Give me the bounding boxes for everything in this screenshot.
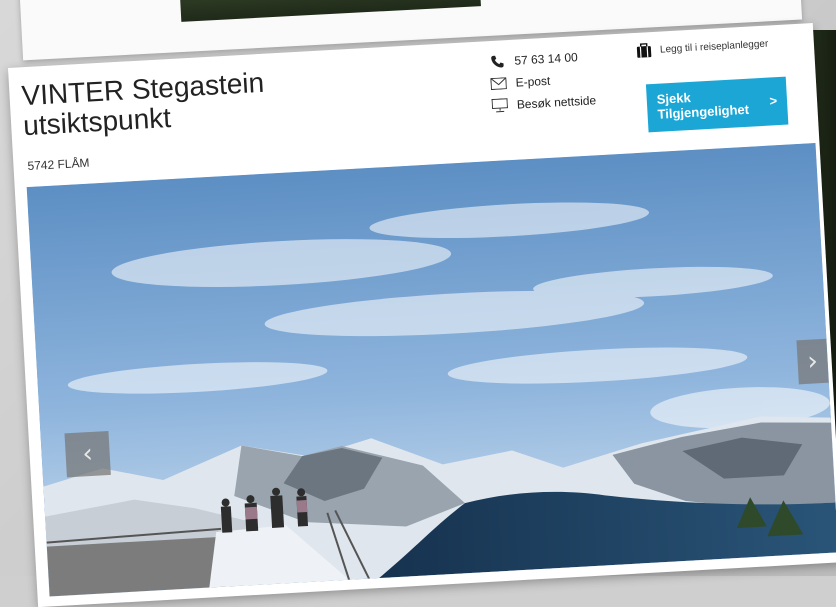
trip-planner-button[interactable]: Legg til i reiseplanlegger <box>636 36 769 59</box>
website-row[interactable]: Besøk nettside <box>490 89 596 117</box>
address: 5742 FLÅM <box>27 155 90 174</box>
photo-gallery[interactable]: ‹ › <box>26 143 836 597</box>
check-availability-button[interactable]: Sjekk Tilgjengelighet > <box>645 76 789 133</box>
phone-icon <box>488 53 507 70</box>
suitcase-icon <box>636 42 653 59</box>
gallery-prev-button[interactable]: ‹ <box>64 430 111 478</box>
cta-arrow-icon: > <box>769 93 778 109</box>
gallery-photo <box>26 143 836 597</box>
trip-planner-label: Legg til i reiseplanlegger <box>659 38 769 56</box>
envelope-icon <box>489 75 508 92</box>
gallery-next-button[interactable]: › <box>796 338 829 385</box>
email-link: E-post <box>515 73 551 90</box>
monitor-icon <box>490 97 509 114</box>
contact-list: 57 63 14 00 E-post Besøk nettside <box>488 45 597 117</box>
listing-card: VINTER Stegastein utsiktspunkt 5742 FLÅM… <box>8 23 836 607</box>
page-title: VINTER Stegastein utsiktspunkt <box>21 62 364 141</box>
website-link: Besøk nettside <box>516 93 597 112</box>
phone-number: 57 63 14 00 <box>513 50 579 68</box>
